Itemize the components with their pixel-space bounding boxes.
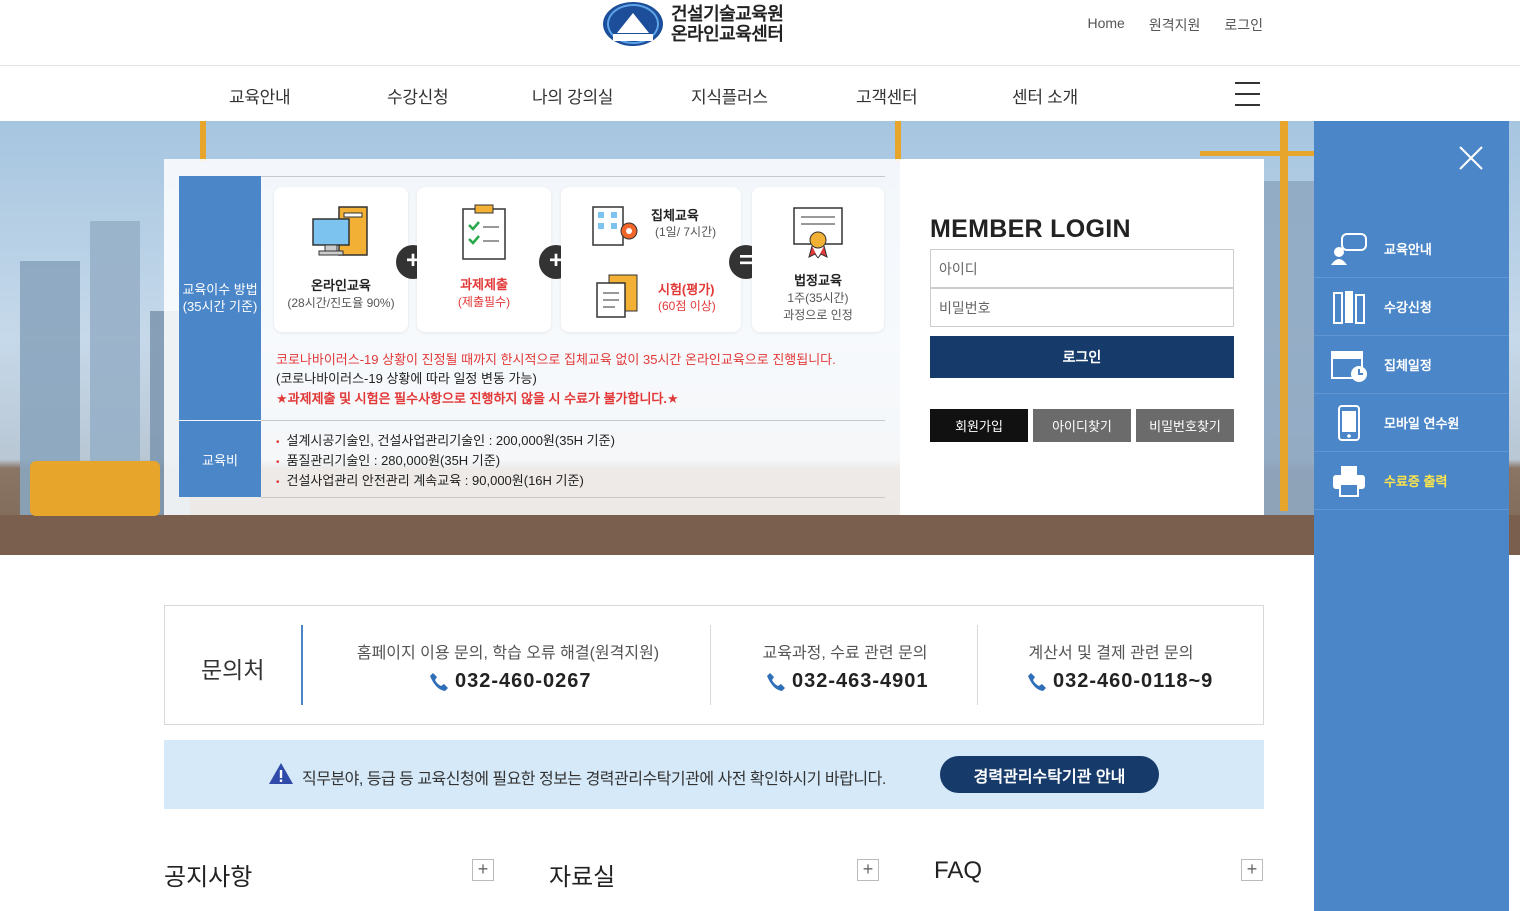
side-item-mobile-academy[interactable]: 모바일 연수원 [1314, 394, 1509, 452]
card-title: 시험(평가) [658, 282, 715, 297]
side-item-label: 집체일정 [1384, 358, 1432, 373]
nav-my-classroom[interactable]: 나의 강의실 [532, 83, 613, 108]
phone-icon [1028, 672, 1046, 691]
nav-edu-guide[interactable]: 교육안내 [229, 83, 291, 108]
career-notice-text: 직무분야, 등급 등 교육신청에 필요한 정보는 경력관리수탁기관에 사전 확인… [302, 771, 886, 788]
nav-customer-center[interactable]: 고객센터 [856, 83, 918, 108]
calendar-clock-icon [1331, 350, 1367, 382]
phone-icon [430, 672, 448, 691]
building-location-icon [592, 206, 638, 246]
certificate-icon [793, 207, 843, 259]
printer-icon [1333, 465, 1365, 497]
card-sub: 1주(35시간) [787, 291, 849, 305]
login-link[interactable]: 로그인 [1224, 15, 1263, 35]
card-group-and-exam: 집체교육 (1일/ 7시간) 시험(평가) (60점 이상) [561, 187, 741, 332]
checklist-icon [462, 204, 506, 260]
career-notice-bar: 직무분야, 등급 등 교육신청에 필요한 정보는 경력관리수탁기관에 사전 확인… [164, 740, 1264, 809]
schedule-notice: (코로나바이러스-19 상황에 따라 일정 변동 가능) [276, 371, 537, 386]
contact-phone[interactable]: 032-460-0118~9 [1027, 670, 1213, 693]
card-online-education: 온라인교육 (28시간/진도율 90%) [274, 187, 408, 332]
main-nav: 교육안내 수강신청 나의 강의실 지식플러스 고객센터 센터 소개 [0, 66, 1520, 121]
contact-phone[interactable]: 032-460-0267 [429, 670, 592, 693]
side-item-label: 수강신청 [1384, 300, 1432, 315]
card-title: 법정교육 [794, 273, 842, 288]
id-input[interactable] [930, 249, 1234, 288]
contact-label: 홈페이지 이용 문의, 학습 오류 해결(원격지원) [356, 645, 660, 662]
side-item-label: 수료증 출력 [1384, 474, 1448, 489]
contact-box: 문의처 홈페이지 이용 문의, 학습 오류 해결(원격지원) 032-460-0… [164, 605, 1264, 725]
find-password-button[interactable]: 비밀번호찾기 [1136, 409, 1234, 442]
logo-text: 건설기술교육원 온라인교육센터 [671, 4, 784, 44]
card-legal-education: 법정교육 1주(35시간) 과정으로 인정 [752, 187, 884, 332]
section-faq-title: FAQ [934, 857, 983, 884]
remote-support-link[interactable]: 원격지원 [1149, 15, 1201, 35]
section-notice-title: 공지사항 [164, 864, 253, 891]
side-item-group-schedule[interactable]: 집체일정 [1314, 336, 1509, 394]
card-sub: (제출필수) [457, 295, 511, 309]
notice-more-plus-icon[interactable]: + [472, 859, 494, 881]
side-item-label: 모바일 연수원 [1384, 416, 1460, 431]
books-icon [1333, 290, 1365, 324]
consult-icon [1331, 232, 1367, 265]
close-icon[interactable] [1459, 146, 1483, 170]
hamburger-menu-icon[interactable] [1235, 82, 1260, 106]
card-sub: (1일/ 7시간) [655, 225, 717, 239]
find-id-button[interactable]: 아이디찾기 [1033, 409, 1131, 442]
nav-course-apply[interactable]: 수강신청 [387, 83, 449, 108]
member-login-panel: MEMBER LOGIN 로그인 회원가입 아이디찾기 비밀번호찾기 [900, 159, 1264, 515]
fee-item: 품질관리기술인 : 280,000원(35H 기준) [276, 450, 501, 469]
logo-line2: 온라인교육센터 [671, 24, 784, 44]
login-title: MEMBER LOGIN [930, 215, 1131, 243]
exam-document-icon [596, 274, 638, 318]
logo-line1: 건설기술교육원 [671, 4, 784, 24]
utility-links: Home 원격지원 로그인 [1087, 15, 1263, 35]
faq-more-plus-icon[interactable]: + [1241, 859, 1263, 881]
card-sub: (60점 이상) [658, 299, 716, 313]
warning-icon [269, 763, 293, 784]
mobile-icon [1338, 404, 1360, 441]
card-assignment: 과제제출 (제출필수) [417, 187, 551, 332]
archive-more-plus-icon[interactable]: + [857, 859, 879, 881]
quick-side-menu: 교육안내 수강신청 집체일정 모바일 연수원 수료증 출력 [1314, 121, 1509, 911]
contact-label: 계산서 및 결제 관련 문의 [1028, 645, 1194, 662]
card-title: 과제제출 [460, 277, 508, 292]
side-item-label: 교육안내 [1384, 242, 1432, 257]
nav-knowledge-plus[interactable]: 지식플러스 [691, 83, 768, 108]
join-button[interactable]: 회원가입 [930, 409, 1028, 442]
covid-notice: 코로나바이러스-19 상황이 진정될 때까지 한시적으로 집체교육 없이 35시… [276, 352, 836, 367]
logo-emblem-icon [603, 2, 663, 46]
card-sub2: 과정으로 인정 [783, 308, 853, 322]
card-title: 온라인교육 [311, 278, 371, 293]
card-sub: (28시간/진도율 90%) [287, 296, 395, 310]
contact-label: 교육과정, 수료 관련 문의 [762, 645, 928, 662]
fee-label: 교육비 [179, 421, 261, 497]
card-title: 집체교육 [651, 208, 699, 223]
contact-title: 문의처 [201, 657, 265, 683]
side-item-edu-guide[interactable]: 교육안내 [1314, 220, 1509, 278]
fee-item: 설계시공기술인, 건설사업관리기술인 : 200,000원(35H 기준) [276, 430, 615, 449]
side-item-certificate-print[interactable]: 수료증 출력 [1314, 452, 1509, 510]
nav-center-intro[interactable]: 센터 소개 [1012, 83, 1078, 108]
section-archive-title: 자료실 [549, 864, 616, 891]
required-notice: ★과제제출 및 시험은 필수사항으로 진행하지 않을 시 수료가 불가합니다.★ [276, 391, 679, 406]
computer-icon [312, 206, 368, 256]
phone-icon [767, 672, 785, 691]
password-input[interactable] [930, 288, 1234, 327]
method-label: 교육이수 방법 (35시간 기준) [179, 176, 261, 420]
fee-item: 건설사업관리 안전관리 계속교육 : 90,000원(16H 기준) [276, 470, 584, 489]
contact-phone[interactable]: 032-463-4901 [766, 670, 929, 693]
site-logo[interactable]: 건설기술교육원 온라인교육센터 [603, 2, 784, 46]
side-item-course-apply[interactable]: 수강신청 [1314, 278, 1509, 336]
login-button[interactable]: 로그인 [930, 336, 1234, 378]
top-header: 건설기술교육원 온라인교육센터 Home 원격지원 로그인 [0, 0, 1520, 66]
education-info-panel: 교육이수 방법 (35시간 기준) 교육비 온라인교육 (28시간/진도율 90%… [164, 159, 900, 515]
career-agency-button[interactable]: 경력관리수탁기관 안내 [940, 756, 1159, 793]
home-link[interactable]: Home [1087, 15, 1124, 35]
